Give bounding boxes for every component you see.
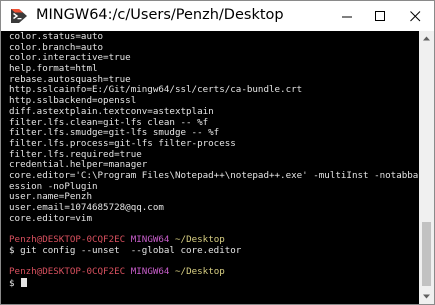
git-bash-icon: [9, 7, 29, 25]
terminal-output[interactable]: color.status=auto color.branch=auto colo…: [1, 31, 419, 304]
arrow-down-icon: [423, 294, 430, 299]
window-title: MINGW64:/c/Users/Penzh/Desktop: [36, 7, 284, 23]
input-line[interactable]: $: [9, 277, 419, 289]
terminal-line: filter.lfs.process=git-lfs filter-proces…: [9, 137, 236, 149]
prompt-system: MINGW64: [130, 266, 170, 278]
text-cursor: [21, 277, 28, 287]
scroll-down-button[interactable]: [419, 289, 434, 304]
title-bar[interactable]: MINGW64:/c/Users/Penzh/Desktop: [1, 1, 434, 31]
prompt-directory: ~/Desktop: [175, 234, 225, 246]
prompt-user-host: Penzh@DESKTOP-0CQF2EC: [9, 234, 126, 246]
command-line: $ git config --unset --global core.edito…: [9, 244, 242, 256]
minimize-icon: [342, 16, 352, 18]
close-icon: [410, 11, 421, 22]
prompt-user-host: Penzh@DESKTOP-0CQF2EC: [9, 266, 126, 278]
arrow-up-icon: [423, 36, 430, 41]
scroll-thumb[interactable]: [422, 222, 431, 286]
prompt-system: MINGW64: [130, 234, 170, 246]
vertical-scrollbar[interactable]: [419, 31, 434, 304]
prompt-directory: ~/Desktop: [175, 266, 225, 278]
maximize-icon: [375, 11, 385, 21]
close-button[interactable]: [396, 1, 434, 31]
maximize-button[interactable]: [361, 1, 399, 31]
terminal-window: MINGW64:/c/Users/Penzh/Desktop color.sta…: [0, 0, 435, 305]
terminal-line: core.editor=vim: [9, 212, 92, 224]
shell-prompt: Penzh@DESKTOP-0CQF2EC MINGW64 ~/Desktop: [9, 266, 419, 278]
scroll-track[interactable]: [419, 46, 434, 289]
terminal-line: diff.astextplain.textconv=astextplain: [9, 105, 214, 117]
input-prompt: $: [9, 277, 21, 289]
scroll-up-button[interactable]: [419, 31, 434, 46]
